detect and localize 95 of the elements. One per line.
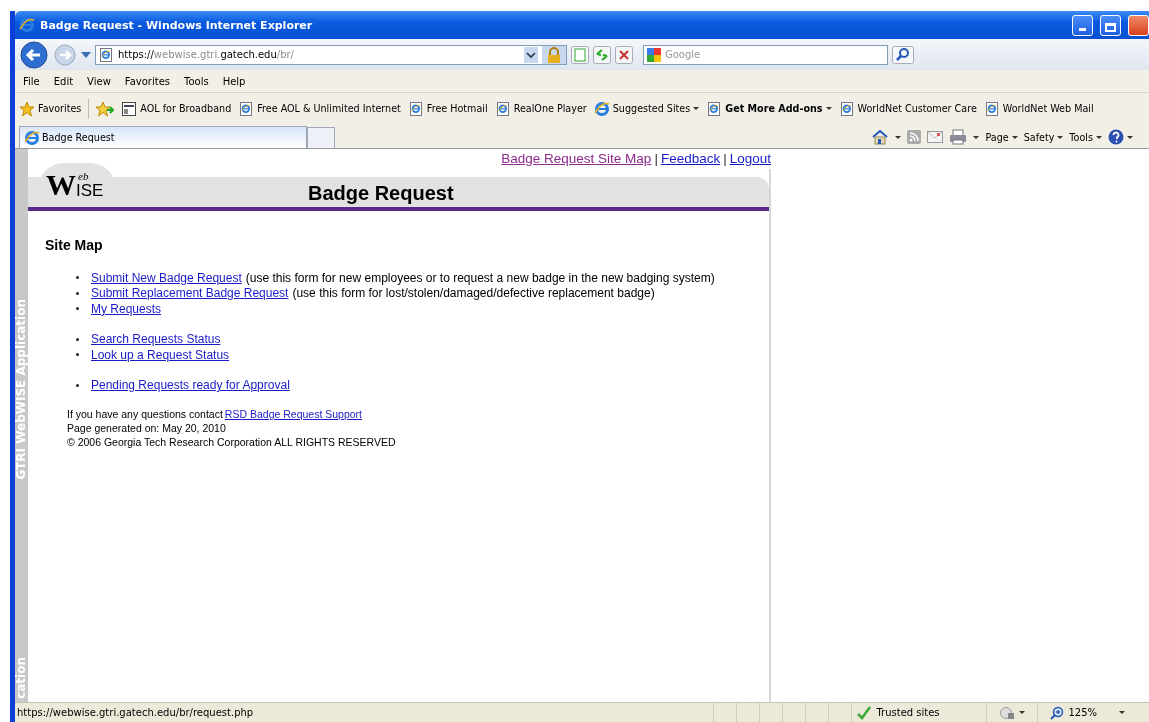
favorites-link[interactable]: WorldNet Customer Care (838, 100, 977, 117)
menu-item[interactable]: File (23, 75, 40, 87)
description-text: (use this form for new employees or to request a new badge in the new badging system) (245, 270, 715, 285)
globe-lock-icon (999, 705, 1016, 720)
forward-button[interactable] (53, 42, 77, 67)
support-link[interactable]: RSD Badge Request Support (224, 408, 363, 422)
caret-icon (1119, 711, 1125, 714)
bullet-icon (76, 276, 79, 280)
favorites-button[interactable]: Favorites (19, 100, 82, 117)
browser-icon (19, 17, 35, 33)
separator: | (723, 151, 727, 168)
mail-icon[interactable] (927, 131, 944, 143)
logo-letter: W (46, 170, 76, 200)
feed-icon[interactable] (907, 130, 922, 144)
description-text: (use this form for lost/stolen/damaged/defective replacement badge) (292, 286, 655, 301)
menu-item[interactable]: View (87, 75, 111, 87)
security-zone: Trusted sites (851, 703, 987, 722)
caret-icon[interactable] (895, 135, 902, 139)
browser-icon (593, 100, 610, 117)
favorites-link[interactable]: Get More Add-ons (706, 100, 832, 117)
menu-item[interactable]: Edit (53, 75, 74, 87)
help-button[interactable] (1108, 129, 1133, 145)
nav-link[interactable]: Logout (729, 151, 771, 169)
menu-item[interactable]: Help (222, 75, 246, 87)
dropdown-icon[interactable] (524, 46, 538, 63)
page-icon (838, 100, 855, 117)
caret-icon (1011, 135, 1018, 139)
generated-text: Page generated on: May 20, 2010 (67, 422, 227, 436)
caret-icon (1127, 135, 1133, 139)
search-provider-icon (647, 47, 661, 62)
zoom-icon (1050, 705, 1065, 720)
add-favorite-icon[interactable] (96, 100, 115, 117)
bullet-icon (76, 291, 79, 295)
page-title: Badge Request (308, 182, 454, 206)
copyright-text: © 2006 Georgia Tech Research Corporation ALL RIGHTS RESERVED (67, 436, 397, 450)
command-menu[interactable]: Page (985, 131, 1018, 143)
logo-text: ISE (76, 182, 104, 199)
command-menu[interactable]: Safety (1023, 131, 1064, 143)
maximize-button[interactable] (1100, 14, 1121, 36)
minimize-button[interactable] (1072, 14, 1093, 36)
command-menu[interactable]: Tools (1069, 131, 1102, 143)
favorites-link[interactable]: AOL for Broadband (121, 100, 232, 117)
bullet-icon (76, 353, 79, 357)
link[interactable]: Look up a Request Status (91, 347, 230, 362)
home-icon[interactable] (871, 129, 890, 145)
link[interactable]: Submit Replacement Badge Request (91, 286, 289, 301)
caret-icon (1057, 135, 1064, 139)
caret-icon (1019, 711, 1026, 714)
favorites-link[interactable]: Free AOL & Unlimited Internet (238, 100, 401, 117)
page-icon (98, 46, 114, 63)
app-icon (121, 100, 138, 117)
page-icon (983, 100, 1000, 117)
printer-icon[interactable] (949, 129, 968, 145)
page-icon (238, 100, 255, 117)
nav-link[interactable]: Badge Request Site Map (501, 151, 652, 169)
star-icon (19, 100, 35, 117)
window-title: Badge Request - Windows Internet Explorer (40, 18, 313, 32)
browser-tab[interactable]: Badge Request (19, 126, 307, 148)
refresh-icon[interactable] (593, 45, 611, 64)
caret-icon (1096, 135, 1102, 139)
favorites-link[interactable]: Suggested Sites (593, 100, 700, 117)
page-icon (407, 100, 424, 117)
logo-superscript: eb (78, 171, 90, 182)
browser-icon (24, 129, 40, 146)
menu-item[interactable]: Tools (184, 75, 209, 87)
zoom-button[interactable]: 125% (1037, 703, 1149, 722)
caret-icon (693, 107, 700, 110)
search-icon[interactable] (892, 45, 914, 64)
link[interactable]: Pending Requests ready for Approval (91, 378, 290, 393)
page-icon (494, 100, 511, 117)
link[interactable]: Submit New Badge Request (91, 270, 242, 285)
bullet-icon (76, 337, 79, 341)
favorites-link[interactable]: Free Hotmail (407, 100, 488, 117)
caret-icon (825, 107, 832, 110)
link[interactable]: My Requests (91, 301, 162, 316)
bullet-icon (76, 383, 79, 387)
nav-link[interactable]: Feedback (660, 151, 721, 169)
menu-item[interactable]: Favorites (124, 75, 170, 87)
status-text: https://webwise.gtri.gatech.edu/br/request.php (16, 707, 254, 718)
bullet-icon (76, 307, 79, 311)
favorites-link[interactable]: RealOne Player (494, 100, 587, 117)
caret-icon[interactable] (973, 135, 980, 139)
close-button[interactable] (1128, 14, 1149, 36)
help-icon (1108, 129, 1124, 145)
checkmark-icon (856, 705, 873, 720)
address-field[interactable]: https://webwise.gtri.gatech.edu/br/ (95, 44, 567, 65)
stop-icon[interactable] (615, 45, 633, 64)
contact-text: If you have any questions contact (67, 408, 223, 422)
page-icon (706, 100, 723, 117)
link[interactable]: Search Requests Status (91, 332, 221, 347)
url-text: https://webwise.gtri.gatech.edu/br/ (118, 49, 294, 60)
separator: | (654, 151, 658, 168)
section-heading: Site Map (45, 237, 104, 253)
back-button[interactable] (19, 39, 49, 70)
favorites-link[interactable]: WorldNet Web Mail (983, 100, 1094, 117)
